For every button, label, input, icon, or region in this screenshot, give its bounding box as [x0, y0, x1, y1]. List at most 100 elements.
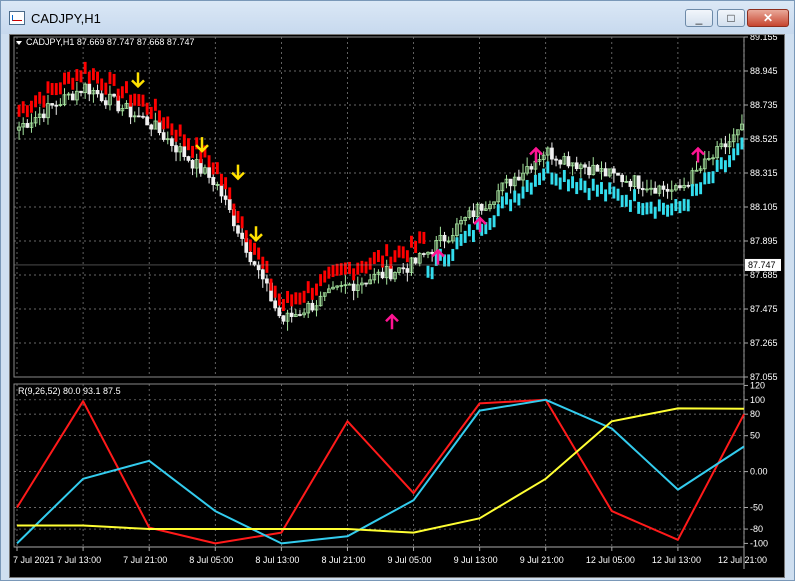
band-cyan-bar [662, 202, 665, 215]
band-red-bar [331, 265, 335, 278]
band-cyan-bar [471, 230, 475, 243]
band-cyan-bar [525, 179, 529, 192]
candle-body [612, 168, 616, 174]
candle-body [665, 188, 670, 192]
minimize-button[interactable]: _ [685, 9, 713, 27]
band-red-bar [25, 105, 29, 118]
band-red-bar [253, 242, 256, 255]
candle-body [508, 178, 513, 187]
band-red-bar [414, 240, 418, 253]
band-cyan-bar [723, 160, 727, 173]
band-cyan-bar [604, 189, 608, 202]
time-label: 7 Jul 2021 [13, 555, 55, 565]
down-arrow-icon [249, 226, 263, 242]
band-red-bar [191, 145, 194, 158]
candle-body [566, 156, 571, 167]
band-cyan-bar [628, 199, 632, 212]
band-cyan-bar [546, 161, 550, 174]
price-label: 88.525 [750, 134, 778, 144]
candle-body [529, 166, 534, 170]
band-cyan-bar [620, 195, 624, 208]
band-cyan-bar [451, 248, 455, 261]
band-red-bar [401, 246, 405, 259]
band-red-bar [228, 187, 232, 200]
band-red-bar [306, 281, 310, 294]
band-cyan-bar [459, 233, 463, 246]
candle-body [554, 158, 558, 161]
indicator-axis-label: 120 [750, 380, 765, 390]
band-red-bar [405, 250, 409, 263]
band-red-bar [100, 78, 104, 91]
main-chart-header: CADJPY,H1 87.669 87.747 87.668 87.747 [26, 37, 194, 47]
candle-body [678, 185, 682, 189]
band-cyan-bar [492, 215, 496, 228]
band-red-bar [232, 203, 236, 216]
candle-body [273, 300, 278, 309]
time-label: 12 Jul 21:00 [718, 555, 767, 565]
band-red-bar [178, 124, 182, 137]
band-red-bar [352, 268, 356, 281]
band-cyan-bar [455, 237, 459, 250]
band-red-bar [199, 151, 203, 164]
band-red-bar [158, 110, 161, 123]
window-title: CADJPY,H1 [31, 11, 101, 26]
band-cyan-bar [500, 196, 504, 209]
band-red-bar [418, 231, 422, 244]
candle-body [211, 177, 216, 186]
band-red-bar [310, 287, 314, 300]
up-arrow-icon [691, 146, 705, 163]
candle-body [595, 164, 600, 172]
band-red-bar [410, 235, 413, 248]
band-red-bar [145, 102, 149, 115]
close-button[interactable]: ✕ [747, 9, 789, 27]
candle-body [413, 257, 418, 264]
band-cyan-bar [670, 203, 674, 216]
candle-body [479, 203, 484, 211]
candle-body [207, 167, 211, 178]
chart-area[interactable]: 7 Jul 2021 7 Jul 13:00 7 Jul 21:00 8 Jul 05… [9, 34, 785, 578]
band-red-bar [265, 260, 269, 273]
price-label: 87.895 [750, 236, 778, 246]
price-label: 87.685 [750, 270, 778, 280]
band-cyan-bar [674, 199, 678, 212]
band-red-bar [108, 72, 112, 85]
candle-body [219, 183, 224, 197]
band-red-bar [54, 83, 58, 96]
indicator-panel-frame [13, 383, 745, 548]
band-red-bar [286, 290, 290, 303]
candle-body [587, 166, 591, 176]
band-cyan-bar [686, 199, 690, 212]
candle-body [281, 315, 286, 322]
title-bar[interactable]: CADJPY,H1 _ □ ✕ [1, 1, 794, 34]
band-red-bar [211, 162, 215, 175]
maximize-button[interactable]: □ [717, 9, 745, 27]
band-red-bar [58, 82, 62, 95]
band-red-bar [42, 95, 46, 108]
candle-body [620, 174, 624, 183]
band-cyan-bar [488, 217, 492, 230]
candle-body [157, 120, 162, 134]
band-red-bar [269, 278, 273, 291]
indicator-axis-label: 0.00 [750, 467, 768, 477]
time-label: 7 Jul 13:00 [57, 555, 101, 565]
band-cyan-bar [583, 180, 587, 193]
band-red-bar [38, 91, 42, 104]
band-cyan-bar [695, 183, 698, 196]
close-icon: ✕ [762, 11, 774, 25]
band-cyan-bar [571, 176, 575, 189]
candle-body [103, 100, 108, 106]
band-red-bar [141, 94, 145, 107]
band-cyan-bar [719, 157, 723, 170]
band-red-bar [91, 68, 95, 81]
chart-canvas[interactable]: 7 Jul 2021 7 Jul 13:00 7 Jul 21:00 8 Jul 05… [10, 35, 786, 579]
band-cyan-bar [740, 137, 744, 150]
band-red-bar [63, 72, 66, 85]
band-red-bar [364, 261, 368, 274]
candle-body [227, 199, 232, 211]
band-cyan-bar [707, 171, 711, 184]
band-red-bar [319, 274, 323, 287]
candle-body [401, 267, 406, 270]
indicator-axis-label: -100 [750, 538, 768, 548]
candle-body [240, 232, 244, 239]
band-red-bar [75, 69, 79, 82]
